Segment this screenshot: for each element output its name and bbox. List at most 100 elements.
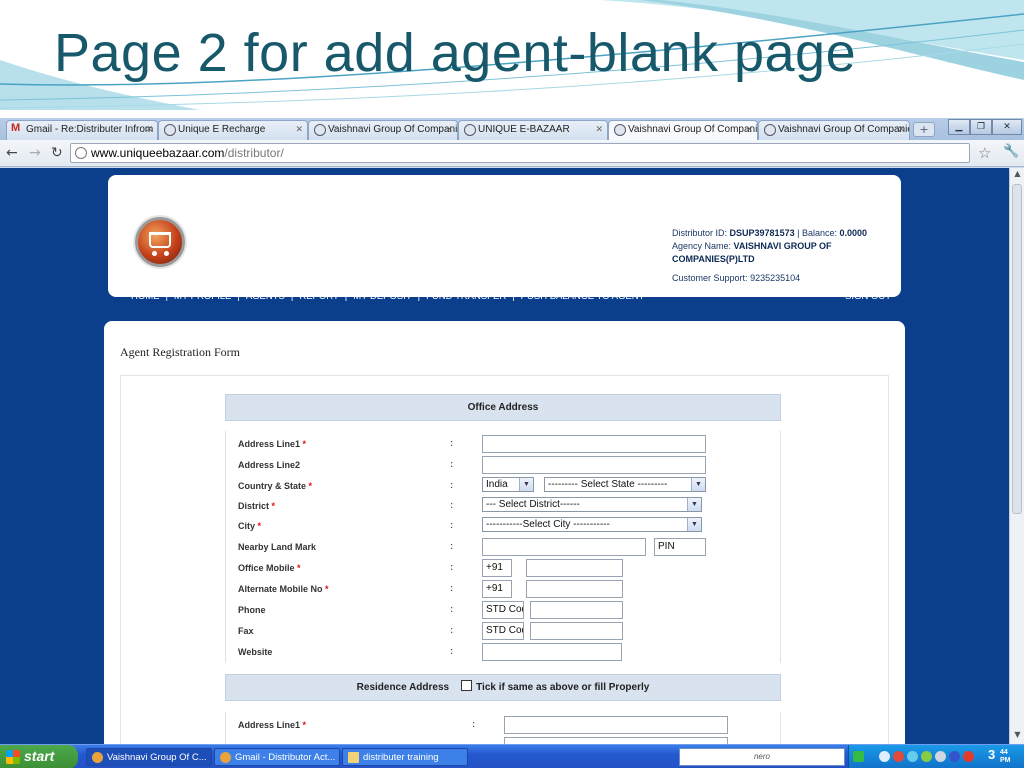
residence-address-line1-row: Address Line1 * : — [226, 714, 782, 735]
taskbar-window-folder[interactable]: distributer training — [342, 748, 468, 766]
residence-address-line1-input[interactable] — [504, 716, 728, 734]
antivirus-icon[interactable] — [893, 751, 904, 762]
close-icon[interactable]: ✕ — [595, 124, 603, 135]
slide-header: Page 2 for add agent-blank page — [0, 0, 1024, 118]
close-icon[interactable]: ✕ — [145, 124, 153, 135]
vertical-scrollbar[interactable]: ▲ ▼ — [1009, 168, 1024, 744]
chevron-down-icon: ▼ — [687, 498, 701, 511]
same-as-above-checkbox[interactable] — [461, 680, 473, 691]
menu-push-balance[interactable]: PUSH BALANCE TO AGENT — [521, 291, 645, 302]
gmail-icon: M — [11, 122, 21, 134]
fax-input[interactable] — [530, 622, 623, 640]
clock-ampm: PM — [1000, 757, 1011, 764]
browser-toolbar: ← → ↻ www.uniqueebazaar.com/distributor/… — [0, 140, 1024, 167]
pin-input[interactable]: PIN — [654, 538, 706, 556]
city-select[interactable]: -----------Select City ----------- ▼ — [482, 517, 702, 532]
alt-mobile-input[interactable] — [526, 580, 623, 598]
office-mobile-prefix[interactable]: +91 — [482, 559, 512, 577]
menu-home[interactable]: HOME — [131, 291, 160, 302]
globe-icon — [314, 124, 326, 136]
network-icon[interactable] — [853, 751, 864, 762]
address-line2-row: Address Line2 : — [226, 454, 782, 475]
folder-icon — [348, 752, 359, 763]
bluetooth-icon[interactable] — [949, 751, 960, 762]
taskbar-window-gmail[interactable]: Gmail - Distributor Act... — [214, 748, 340, 766]
maximize-button[interactable]: ❐ — [970, 119, 992, 135]
phone-input[interactable] — [530, 601, 623, 619]
office-address-heading: Office Address — [225, 394, 781, 421]
menu-agents[interactable]: AGENTS — [246, 291, 285, 302]
office-mobile-input[interactable] — [526, 559, 623, 577]
field-label: Nearby Land Mark — [238, 542, 317, 552]
field-label: City * — [238, 521, 262, 531]
scroll-up-arrow-icon[interactable]: ▲ — [1011, 169, 1024, 182]
address-bar[interactable]: www.uniqueebazaar.com/distributor/ — [70, 143, 970, 163]
residence-address-section: Address Line1 * : — [225, 712, 781, 744]
address-line1-input[interactable] — [482, 435, 706, 453]
fax-std-input[interactable]: STD Code — [482, 622, 524, 640]
volume-icon[interactable] — [935, 751, 946, 762]
tray-app-icon[interactable] — [879, 751, 890, 762]
colon: : — [450, 583, 454, 594]
close-icon[interactable]: ✕ — [897, 124, 905, 135]
tab-gmail[interactable]: M Gmail - Re:Distributer Infrom ✕ — [6, 120, 158, 140]
back-icon[interactable]: ← — [6, 145, 18, 161]
residence-address-line2-input[interactable] — [504, 737, 728, 744]
globe-icon — [75, 147, 87, 159]
tab-vaishnavi-1[interactable]: Vaishnavi Group Of Companie ✕ — [308, 120, 458, 140]
taskbar-window-chrome[interactable]: Vaishnavi Group Of C... — [86, 748, 212, 766]
reload-icon[interactable]: ↻ — [51, 145, 63, 161]
colon: : — [472, 719, 476, 730]
distributor-id-label: Distributor ID: — [672, 228, 728, 238]
field-label: Phone — [238, 605, 266, 615]
menu-my-deposit[interactable]: MY DEPOSIT — [353, 291, 411, 302]
tab-unique-recharge[interactable]: Unique E Recharge ✕ — [158, 120, 308, 140]
shopping-cart-logo-icon[interactable] — [135, 217, 185, 267]
menu-my-profile[interactable]: MY PROFILE — [174, 291, 231, 302]
state-select[interactable]: --------- Select State --------- ▼ — [544, 477, 706, 492]
tab-vaishnavi-3[interactable]: Vaishnavi Group Of Companie ✕ — [758, 120, 910, 140]
taskbar-clock[interactable]: 3 44 PM — [988, 747, 1011, 764]
district-select[interactable]: --- Select District------ ▼ — [482, 497, 702, 512]
address-line2-input[interactable] — [482, 456, 706, 474]
tab-unique-ebazaar[interactable]: UNIQUE E-BAZAAR ✕ — [458, 120, 608, 140]
wrench-icon[interactable]: 🔧 — [1003, 144, 1019, 159]
phone-row: Phone : STD Code — [226, 599, 782, 620]
residence-address-line2-row — [226, 735, 782, 744]
messenger-icon[interactable] — [907, 751, 918, 762]
close-icon[interactable]: ✕ — [445, 124, 453, 135]
scroll-down-arrow-icon[interactable]: ▼ — [1011, 730, 1024, 743]
menu-fund-transfer[interactable]: FUND TRANSFER — [426, 291, 506, 302]
tab-vaishnavi-active[interactable]: Vaishnavi Group Of Companie ✕ — [608, 120, 758, 140]
close-icon[interactable]: ✕ — [295, 124, 303, 135]
checkbox-label: Tick if same as above or fill Properly — [476, 682, 650, 693]
fax-row: Fax : STD Code — [226, 620, 782, 641]
nero-search-box[interactable]: nero — [679, 748, 845, 766]
taskbar-window-label: Gmail - Distributor Act... — [235, 752, 336, 763]
colon: : — [450, 646, 454, 657]
menu-separator: | — [344, 291, 348, 302]
security-icon[interactable] — [963, 751, 974, 762]
sign-out-link[interactable]: SIGN OUT — [845, 291, 891, 302]
windows-taskbar: start Vaishnavi Group Of C... Gmail - Di… — [0, 744, 1024, 768]
website-input[interactable] — [482, 643, 622, 661]
colon: : — [450, 438, 454, 449]
forward-icon[interactable]: → — [29, 145, 41, 161]
colon: : — [450, 604, 454, 615]
landmark-input[interactable] — [482, 538, 646, 556]
close-icon[interactable]: ✕ — [745, 124, 753, 135]
minimize-button[interactable]: ▁ — [948, 119, 970, 135]
alt-mobile-prefix[interactable]: +91 — [482, 580, 512, 598]
field-label: Address Line1 * — [238, 720, 307, 730]
country-select[interactable]: India ▼ — [482, 477, 534, 492]
tray-app-icon[interactable] — [921, 751, 932, 762]
menu-report[interactable]: REPORT — [299, 291, 338, 302]
scroll-thumb[interactable] — [1012, 184, 1022, 514]
new-tab-button[interactable]: + — [913, 122, 935, 137]
agency-name-label: Agency Name: — [672, 241, 732, 251]
start-button[interactable]: start — [0, 745, 78, 768]
close-window-button[interactable]: ✕ — [992, 119, 1022, 135]
phone-std-input[interactable]: STD Code — [482, 601, 524, 619]
bookmark-star-icon[interactable]: ☆ — [978, 144, 991, 162]
colon: : — [450, 480, 454, 491]
